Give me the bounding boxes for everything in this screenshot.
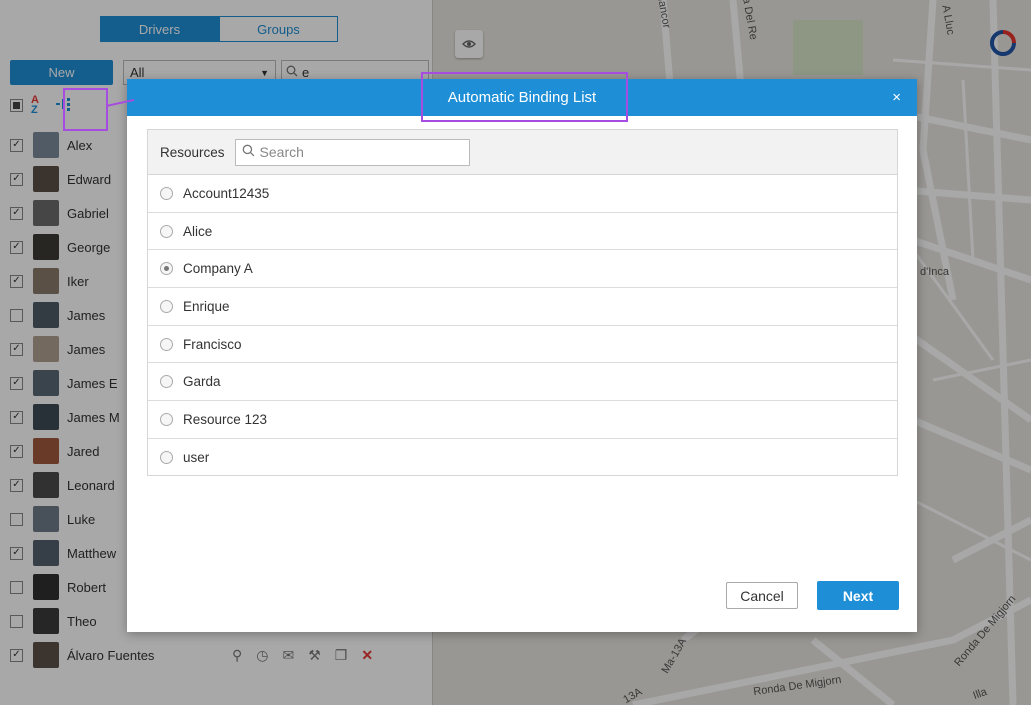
resources-list: Resources Account12435 Alice Company A Enri…	[147, 129, 898, 476]
search-icon	[242, 144, 255, 160]
icon-highlight-box	[63, 88, 108, 131]
resource-radio[interactable]	[160, 412, 173, 426]
resource-radio[interactable]	[160, 375, 173, 389]
resource-label: Resource 123	[183, 411, 268, 427]
resource-item[interactable]: Alice	[148, 213, 897, 251]
resource-label: Company A	[183, 261, 253, 277]
cancel-button[interactable]: Cancel	[726, 582, 798, 609]
resource-item[interactable]: Resource 123	[148, 401, 897, 439]
resource-label: Garda	[183, 374, 221, 390]
resource-items: Account12435 Alice Company A Enrique Francis…	[148, 175, 897, 477]
resource-item[interactable]: Garda	[148, 363, 897, 402]
title-highlight-box	[421, 72, 628, 122]
resource-label: Account12435	[183, 185, 270, 201]
automatic-binding-dialog: Automatic Binding List × Resources Accou…	[127, 79, 917, 632]
resources-label: Resources	[160, 144, 225, 160]
resource-item[interactable]: Account12435	[148, 175, 897, 213]
resource-item[interactable]: Company A	[148, 250, 897, 289]
resource-label: user	[183, 450, 210, 466]
next-button[interactable]: Next	[817, 581, 899, 610]
resource-radio[interactable]	[160, 451, 173, 465]
highlight-connector	[106, 99, 135, 107]
resources-search-input[interactable]	[259, 144, 460, 160]
resource-radio[interactable]	[160, 186, 173, 200]
resource-label: Francisco	[183, 336, 242, 352]
resource-radio[interactable]	[160, 299, 173, 313]
resource-radio[interactable]	[160, 262, 173, 276]
resources-search-field[interactable]	[234, 138, 470, 166]
resource-item[interactable]: Enrique	[148, 288, 897, 326]
close-icon[interactable]: ×	[892, 89, 901, 106]
resource-item[interactable]: user	[148, 439, 897, 477]
resources-list-header: Resources	[148, 130, 897, 175]
resource-label: Alice	[183, 223, 213, 239]
resource-radio[interactable]	[160, 337, 173, 351]
resource-radio[interactable]	[160, 224, 173, 238]
resource-label: Enrique	[183, 298, 230, 314]
resource-item[interactable]: Francisco	[148, 326, 897, 364]
